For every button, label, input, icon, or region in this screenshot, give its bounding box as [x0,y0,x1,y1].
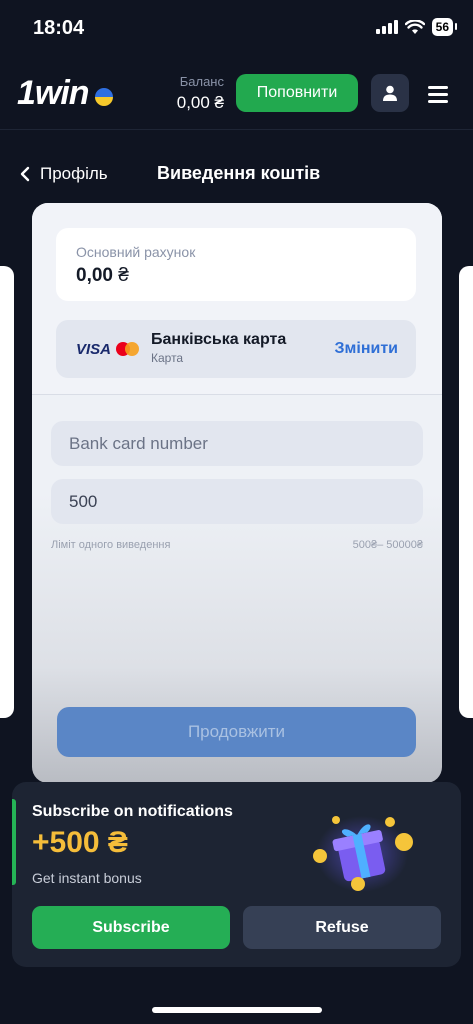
notification-panel: Subscribe on notifications +500 ₴ Get in… [12,782,461,967]
user-icon [383,85,397,101]
balance-label: Баланс [179,74,224,89]
status-icons: 56 [375,18,458,36]
page-title: Виведення коштів [157,163,321,183]
balance-display: Баланс 0,00 ₴ [170,74,224,113]
back-button[interactable]: Профіль [20,164,108,184]
method-title: Банківська карта [151,331,287,348]
main-account-box: Основний рахунок 0,00 ₴ [56,228,416,301]
account-currency: ₴ [118,265,129,286]
limit-label: Ліміт одного виведення [51,539,171,551]
amount-input[interactable] [51,479,423,524]
back-label: Профіль [40,164,108,183]
limit-value: 500₴– 50000₴ [352,539,423,551]
subscribe-button[interactable]: Subscribe [32,906,230,949]
account-balance: 0,00 ₴ [76,265,129,287]
notification-subtitle: Get instant bonus [32,870,142,886]
withdraw-card: Основний рахунок 0,00 ₴ VISA Банківська … [32,203,442,783]
status-time: 18:04 [33,17,85,39]
balance-value: 0,00 ₴ [176,93,224,112]
accent-bar [12,799,16,885]
method-subtitle: Карта [151,351,184,365]
prev-card-peek [0,266,14,718]
wifi-icon [404,19,425,34]
payment-method-selector[interactable]: VISA Банківська карта Карта Змінити [56,320,416,378]
page-header: Профіль Виведення коштів [0,160,473,190]
change-method-link[interactable]: Змінити [335,340,398,358]
hamburger-menu-icon[interactable] [428,86,448,103]
status-bar: 18:04 56 [0,0,473,58]
ukraine-flag-icon [94,87,113,106]
app-header: 1win Баланс 0,00 ₴ Поповнити [0,62,473,130]
battery-indicator: 56 [431,18,458,36]
gift-icon [313,816,413,892]
chevron-left-icon [20,166,30,182]
withdraw-summary: Основний рахунок 0,00 ₴ VISA Банківська … [32,203,442,395]
card-number-input[interactable] [51,421,423,466]
logo-text: 1win [17,74,90,112]
visa-logo: VISA [76,341,112,358]
home-indicator[interactable] [152,1007,322,1013]
continue-button[interactable]: Продовжити [57,707,416,757]
profile-button[interactable] [371,74,409,112]
bonus-amount: +500 ₴ [32,826,128,859]
refuse-button[interactable]: Refuse [243,906,441,949]
next-card-peek [459,266,473,718]
mastercard-logo [116,342,140,356]
logo[interactable]: 1win [17,74,113,113]
cellular-signal-icon [375,20,398,34]
account-amount: 0,00 [76,265,113,286]
notification-title: Subscribe on notifications [32,803,233,820]
deposit-button[interactable]: Поповнити [236,74,358,112]
account-label: Основний рахунок [76,244,196,260]
